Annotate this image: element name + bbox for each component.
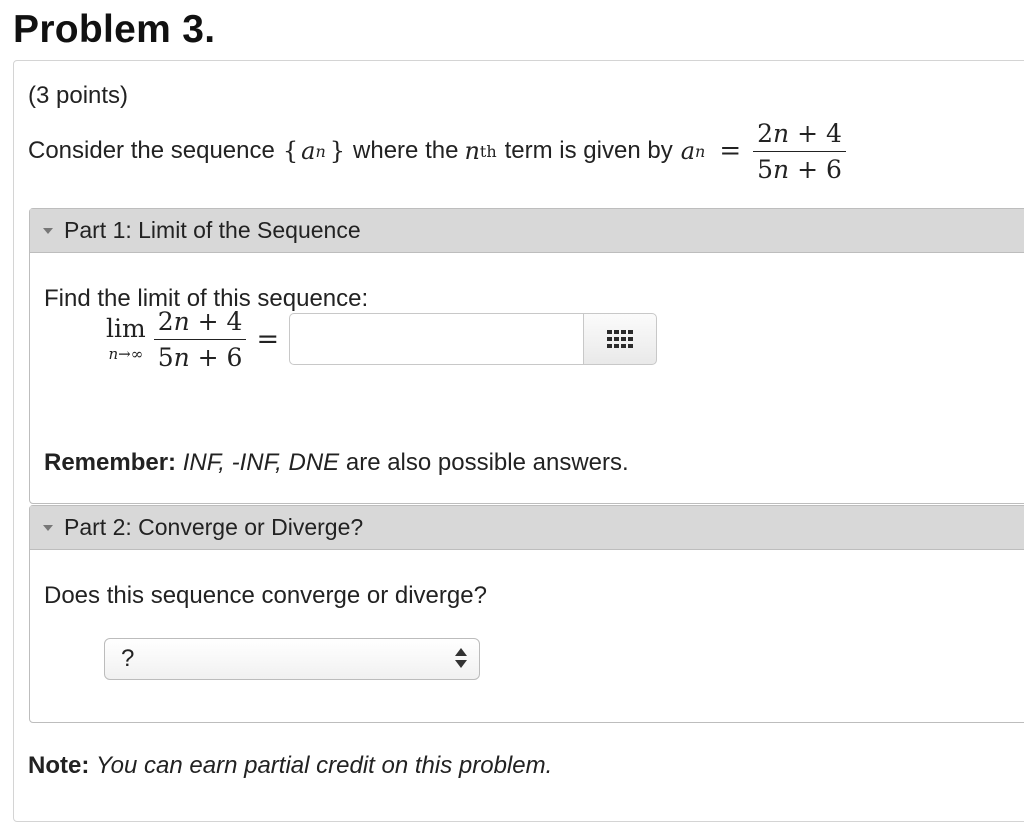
part1-section: Part 1: Limit of the Sequence Find the l… <box>29 208 1024 504</box>
seq-close-brace: } <box>329 137 346 165</box>
seq-var: a <box>301 137 316 165</box>
part2-header[interactable]: Part 2: Converge or Diverge? <box>30 506 1024 550</box>
limit-answer-input[interactable] <box>289 313 584 365</box>
limit-operator: lim n→∞ <box>106 314 146 364</box>
limit-expression: lim n→∞ 2n + 4 5n + 6 = <box>106 299 658 379</box>
remember-label: Remember: <box>44 449 177 476</box>
fraction-numerator: 2n + 4 <box>753 119 846 152</box>
part2-title: Part 2: Converge or Diverge? <box>64 514 364 540</box>
partial-credit-note: Note: You can earn partial credit on thi… <box>28 752 552 780</box>
remember-options: INF, -INF, DNE <box>182 449 340 476</box>
an-var: a <box>680 137 696 165</box>
keypad-grid-icon <box>607 330 634 348</box>
statement-suffix: term is given by <box>504 137 673 164</box>
part2-prompt: Does this sequence converge or diverge? <box>44 582 487 609</box>
problem-title: Problem 3. <box>13 8 216 51</box>
select-updown-icon <box>455 648 467 670</box>
note-text: You can earn partial credit on this prob… <box>96 752 553 779</box>
caret-down-icon <box>43 524 53 531</box>
part1-title: Part 1: Limit of the Sequence <box>64 217 361 243</box>
remember-rest: are also possible answers. <box>339 449 629 476</box>
statement-middle: where the <box>353 137 459 164</box>
seq-subscript: n <box>315 141 326 161</box>
limit-numerator: 2n + 4 <box>153 307 247 340</box>
remember-hint: Remember: INF, -INF, DNE are also possib… <box>44 449 629 477</box>
limit-denominator: 5n + 6 <box>157 342 243 372</box>
note-label: Note: <box>28 752 90 779</box>
select-value: ? <box>121 645 135 672</box>
seq-open-brace: { <box>282 137 299 165</box>
statement-prefix: Consider the sequence <box>28 137 275 164</box>
keypad-button[interactable] <box>583 313 658 365</box>
limit-fraction: 2n + 4 5n + 6 <box>153 307 247 372</box>
statement-equals: = <box>719 136 742 166</box>
nth-superscript: th <box>479 141 497 161</box>
caret-down-icon <box>43 227 53 234</box>
sequence-fraction: 2n + 4 5n + 6 <box>753 119 846 184</box>
converge-diverge-select[interactable]: ? <box>104 638 480 680</box>
points-label: (3 points) <box>28 82 129 109</box>
part1-header[interactable]: Part 1: Limit of the Sequence <box>30 209 1024 253</box>
part2-section: Part 2: Converge or Diverge? Does this s… <box>29 505 1024 723</box>
lim-word: lim <box>106 314 146 343</box>
limit-equals: = <box>256 323 280 355</box>
fraction-denominator: 5n + 6 <box>757 154 842 184</box>
an-subscript: n <box>695 141 706 161</box>
lim-subscript: n→∞ <box>108 345 144 363</box>
problem-statement: Consider the sequence { an } where the n… <box>28 108 846 194</box>
nth-var: n <box>464 137 480 165</box>
